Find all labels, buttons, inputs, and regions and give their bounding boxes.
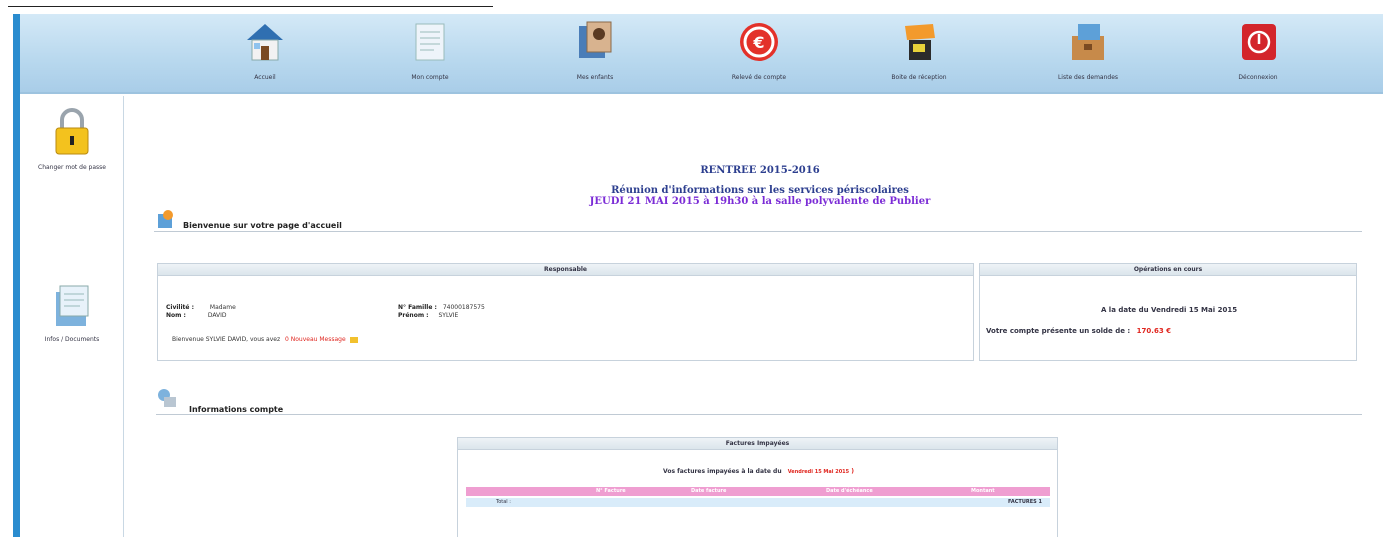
civilite-value: Madame: [209, 304, 236, 311]
nav-label: Liste des demandes: [1057, 74, 1119, 81]
announcement-line1: Réunion d'informations sur les services …: [611, 185, 909, 196]
operations-panel: Opérations en cours A la date du Vendred…: [979, 263, 1357, 361]
balance-value: 170.63 €: [1136, 327, 1171, 335]
invoices-total-row: Total : FACTURES 1: [466, 498, 1050, 507]
invoices-panel: Factures Impayées Vos factures impayées …: [457, 437, 1058, 537]
welcome-message: Bienvenue SYLVIE DAVID, vous avez: [172, 336, 281, 343]
famille-row: N° Famille : 74000187575: [398, 304, 485, 311]
documents-icon: [50, 282, 94, 330]
inbox-icon: [897, 20, 941, 64]
nav-item-mes-enfants[interactable]: Mes enfants: [540, 16, 650, 92]
top-nav-bar: Accueil Mon compte Mes enfants € Relevé …: [20, 14, 1383, 94]
nav-item-boite-reception[interactable]: Boite de réception: [864, 16, 974, 92]
invoices-intro-label: Vos factures impayées à la date du: [663, 468, 782, 475]
invoices-intro-date: Vendredi 15 Mai 2015: [787, 469, 850, 475]
nav-item-deconnexion[interactable]: Déconnexion: [1203, 16, 1313, 92]
nav-label: Boite de réception: [891, 74, 947, 81]
column-header: Montant: [971, 488, 995, 494]
invoices-intro: Vos factures impayées à la date du Vendr…: [458, 468, 1059, 475]
window-title-rule: [8, 6, 493, 7]
sidebar: Changer mot de passe Infos / Documents: [20, 96, 124, 537]
nav-item-releve[interactable]: € Relevé de compte: [704, 16, 814, 92]
welcome-rule: [154, 231, 1362, 232]
children-icon: [573, 20, 617, 64]
message-row: Bienvenue SYLVIE DAVID, vous avez 0 Nouv…: [172, 336, 358, 343]
account-info-rule: [156, 414, 1362, 415]
nav-label: Relevé de compte: [731, 74, 787, 81]
padlock-icon: [50, 106, 94, 158]
sidebar-item-label: Infos / Documents: [44, 336, 100, 343]
page: Accueil Mon compte Mes enfants € Relevé …: [0, 0, 1383, 537]
total-value: FACTURES 1: [1008, 499, 1042, 505]
sidebar-item-documents[interactable]: Infos / Documents: [20, 282, 124, 343]
accent-strip: [13, 14, 20, 537]
nom-label: Nom :: [166, 312, 186, 319]
invoices-intro-close: ): [851, 468, 854, 475]
column-header: N° Facture: [596, 488, 626, 494]
balance-row: Votre compte présente un solde de : 170.…: [986, 327, 1171, 335]
nav-item-accueil[interactable]: Accueil: [210, 16, 320, 92]
nav-label: Déconnexion: [1238, 74, 1278, 81]
nav-label: Mes enfants: [576, 74, 614, 81]
column-header: Date facture: [691, 488, 727, 494]
civilite-row: Civilité : Madame: [166, 304, 236, 311]
operations-header: Opérations en cours: [980, 264, 1356, 276]
house-icon: [243, 20, 287, 64]
responsable-header: Responsable: [158, 264, 973, 276]
requests-box-icon: [1066, 20, 1110, 64]
nav-label: Mon compte: [411, 74, 449, 81]
total-label: Total :: [496, 499, 511, 505]
svg-text:€: €: [752, 33, 764, 52]
welcome-icon: [154, 208, 176, 230]
nav-item-liste-demandes[interactable]: Liste des demandes: [1033, 16, 1143, 92]
famille-value: 74000187575: [442, 304, 485, 311]
power-icon: [1236, 20, 1280, 64]
prenom-row: Prénom : SYLVIE: [398, 312, 458, 319]
nom-row: Nom : DAVID: [166, 312, 227, 319]
sidebar-item-label: Changer mot de passe: [38, 164, 106, 171]
euro-icon: €: [737, 20, 781, 64]
nav-item-mon-compte[interactable]: Mon compte: [375, 16, 485, 92]
document-icon: [408, 20, 452, 64]
prenom-label: Prénom :: [398, 312, 429, 319]
envelope-icon: [349, 336, 358, 343]
account-info-title: Informations compte: [189, 405, 284, 414]
sidebar-item-change-password[interactable]: Changer mot de passe: [20, 106, 124, 171]
new-messages-link[interactable]: 0 Nouveau Message: [285, 336, 346, 343]
announcement-title: RENTREE 2015-2016: [700, 165, 820, 176]
column-header: Date d'échéance: [826, 488, 873, 494]
nav-label: Accueil: [254, 74, 276, 81]
invoices-table-header: N° Facture Date facture Date d'échéance …: [466, 487, 1050, 496]
announcement-line2: JEUDI 21 MAI 2015 à 19h30 à la salle pol…: [589, 196, 931, 207]
balance-label: Votre compte présente un solde de :: [986, 327, 1131, 335]
famille-label: N° Famille :: [398, 304, 437, 311]
nom-value: DAVID: [207, 312, 227, 319]
account-info-icon: [156, 387, 178, 409]
responsable-panel: Responsable Civilité : Madame Nom : DAVI…: [157, 263, 974, 361]
welcome-title: Bienvenue sur votre page d'accueil: [183, 221, 342, 230]
civilite-label: Civilité :: [166, 304, 194, 311]
prenom-value: SYLVIE: [438, 312, 459, 319]
invoices-header: Factures Impayées: [458, 438, 1057, 450]
operations-date: A la date du Vendredi 15 Mai 2015: [1100, 306, 1238, 314]
